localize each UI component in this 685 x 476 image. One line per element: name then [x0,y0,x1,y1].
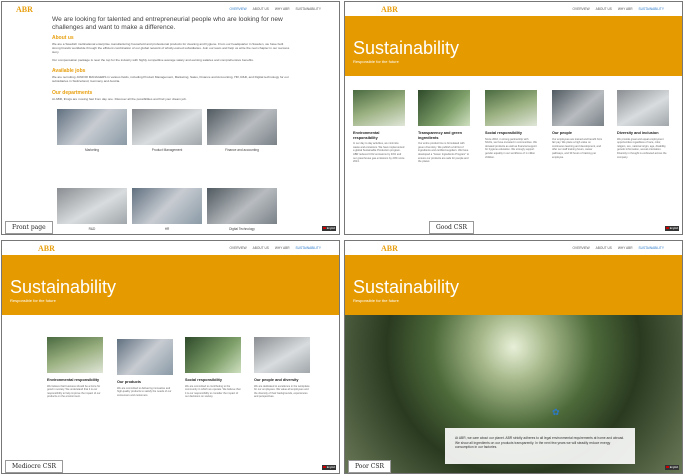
column-image [117,339,173,375]
banner-subtitle: Responsible for the future [353,298,399,303]
dept-image [57,109,127,145]
logo[interactable]: ABR [38,244,55,253]
jobs-heading: Available jobs [52,68,86,74]
good-csr-panel: ABR OVERVIEW ABOUT US WHY ABR SUSTAINABI… [344,1,683,235]
front-page-panel: ABR OVERVIEW ABOUT US WHY ABR SUSTAINABI… [1,1,340,235]
about-text: We are a Swedish multinational enterpris… [52,42,290,55]
poor-csr-textbox: At ABR, we care about our planet. ABR st… [445,428,635,464]
nav-sustainability[interactable]: SUSTAINABILITY [639,7,664,11]
leaf-icon: ✿ [552,407,560,417]
language-selector[interactable]: English [665,226,679,231]
logo[interactable]: ABR [381,244,398,253]
banner-title: Sustainability [10,277,117,297]
nav-sustainability[interactable]: SUSTAINABILITY [296,7,321,11]
top-nav: ABR OVERVIEW ABOUT US WHY ABR SUSTAINABI… [2,241,339,255]
language-selector[interactable]: English [665,465,679,470]
banner-subtitle: Responsible for the future [10,298,56,303]
csr-column: Our people and diversity We are dedicated… [254,337,310,399]
nav-about[interactable]: ABOUT US [596,7,612,11]
csr-column: Social responsibility We are committed to… [185,337,241,399]
nav-links: OVERVIEW ABOUT US WHY ABR SUSTAINABILITY [230,7,321,11]
column-image [47,337,103,373]
nav-links: OVERVIEW ABOUT US WHY ABR SUSTAINABILITY [230,246,321,250]
banner-title: Sustainability [353,38,460,58]
panel-label: Mediocre CSR [5,460,63,473]
intro-text: We are looking for talented and entrepre… [52,16,283,31]
nav-sustainability[interactable]: SUSTAINABILITY [639,246,664,250]
nav-why[interactable]: WHY ABR [618,246,633,250]
panel-label: Front page [5,221,53,234]
nav-links: OVERVIEW ABOUT US WHY ABR SUSTAINABILITY [573,246,664,250]
departments-heading: Our departments [52,90,93,96]
nav-overview[interactable]: OVERVIEW [573,246,590,250]
dept-image [57,188,127,224]
csr-column: Our products We are committed to deliveri… [117,337,173,397]
csr-column: Environmental responsibility We believe t… [47,337,103,399]
banner-subtitle: Responsible for the future [353,59,399,64]
csr-column: Transparency and green ingredients Our en… [418,90,470,164]
column-image [353,90,405,126]
csr-column: Our people Our employees are trained and … [552,90,604,159]
banner-title: Sustainability [353,277,460,297]
language-selector[interactable]: English [322,465,336,470]
screenshot-grid: ABR OVERVIEW ABOUT US WHY ABR SUSTAINABI… [0,0,685,476]
about-text-2: Our compensation package is near the top… [52,58,254,62]
banner: Sustainability Responsible for the futur… [345,16,682,76]
column-image [185,337,241,373]
dept-image [132,188,202,224]
about-heading: About us [52,35,74,41]
nav-overview[interactable]: OVERVIEW [573,7,590,11]
dept-finance[interactable]: Finance and accounting [207,109,277,152]
banner: Sustainability Responsible for the futur… [2,255,339,315]
poor-csr-text: At ABR, we care about our planet. ABR st… [455,436,625,450]
column-image [485,90,537,126]
poor-csr-panel: ABR OVERVIEW ABOUT US WHY ABR SUSTAINABI… [344,240,683,474]
dept-image [207,188,277,224]
panel-label: Poor CSR [348,460,392,473]
nav-sustainability[interactable]: SUSTAINABILITY [296,246,321,250]
top-nav: ABR OVERVIEW ABOUT US WHY ABR SUSTAINABI… [345,241,682,255]
column-image [552,90,604,126]
top-nav: ABR OVERVIEW ABOUT US WHY ABR SUSTAINABI… [345,2,682,16]
panel-label: Good CSR [429,221,474,234]
csr-column: Social responsibility Since 2010, in stro… [485,90,537,159]
dept-marketing[interactable]: Marketing [57,109,127,152]
nav-about[interactable]: ABOUT US [596,246,612,250]
departments-text: At ABR, things are moving fast from day … [52,97,187,101]
dept-digital[interactable]: Digital Technology [207,188,277,231]
column-image [418,90,470,126]
dept-product-management[interactable]: Product Management [132,109,202,152]
top-nav: ABR OVERVIEW ABOUT US WHY ABR SUSTAINABI… [2,2,339,16]
dept-hr[interactable]: HR [132,188,202,231]
dept-image [207,109,277,145]
column-image [254,337,310,373]
logo[interactable]: ABR [16,5,33,14]
banner: Sustainability Responsible for the futur… [345,255,682,315]
dept-rd[interactable]: R&D [57,188,127,231]
nav-overview[interactable]: OVERVIEW [230,7,247,11]
nav-why[interactable]: WHY ABR [275,7,290,11]
csr-column: Diversity and inclusion We provide great … [617,90,669,159]
logo[interactable]: ABR [381,5,398,14]
mediocre-csr-panel: ABR OVERVIEW ABOUT US WHY ABR SUSTAINABI… [1,240,340,474]
nav-about[interactable]: ABOUT US [253,7,269,11]
nav-links: OVERVIEW ABOUT US WHY ABR SUSTAINABILITY [573,7,664,11]
dept-image [132,109,202,145]
nav-why[interactable]: WHY ABR [275,246,290,250]
jobs-text: We are recruiting JUNIOR MANAGERS in var… [52,75,289,84]
column-image [617,90,669,126]
language-selector[interactable]: English [322,226,336,231]
csr-column: Environmental responsibility In our day t… [353,90,405,164]
nav-why[interactable]: WHY ABR [618,7,633,11]
nav-overview[interactable]: OVERVIEW [230,246,247,250]
nav-about[interactable]: ABOUT US [253,246,269,250]
